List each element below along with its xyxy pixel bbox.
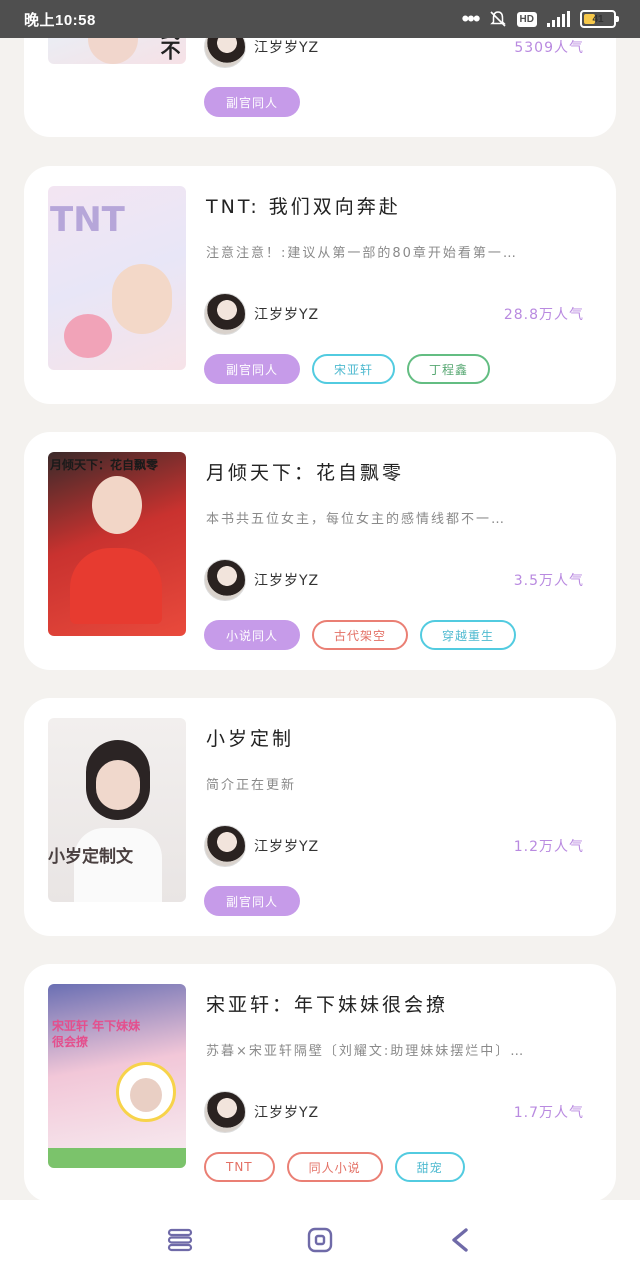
tag[interactable]: 古代架空 [312, 620, 409, 650]
author-name: 江岁岁YZ [254, 307, 320, 323]
cover-title: 宋亚轩 年下妹妹很会撩 [52, 1019, 141, 1049]
tag[interactable]: 甜宠 [394, 1152, 465, 1182]
book-description: 注意注意！:建议从第一部的80章开始看第一… [206, 246, 518, 261]
tag[interactable]: 副官同人 [204, 87, 301, 117]
menu-button[interactable] [160, 1220, 200, 1260]
popularity: 1.2万人气 [513, 839, 584, 855]
battery-level: 41 [592, 13, 604, 25]
tag[interactable]: 副官同人 [204, 886, 301, 916]
author-name: 江岁岁YZ [254, 40, 320, 56]
back-button[interactable] [440, 1220, 480, 1260]
status-bar: 晚上10:58 ••• HD 41 [0, 0, 640, 38]
cover-title: TNT [50, 200, 125, 240]
tag[interactable]: 丁程鑫 [407, 354, 491, 384]
author-name: 江岁岁YZ [254, 573, 320, 589]
author-avatar [204, 825, 246, 867]
book-description: 简介正在更新 [206, 778, 297, 793]
book-card[interactable]: 小岁定制文 小岁定制 简介正在更新 江岁岁YZ 1.2万人气 副官同人 [24, 698, 616, 936]
tag-list: 副官同人 宋亚轩 丁程鑫 [204, 354, 491, 384]
tag[interactable]: 小说同人 [204, 620, 301, 650]
author-avatar [204, 1091, 246, 1133]
tag-list: 小说同人 古代架空 穿越重生 [204, 620, 517, 650]
book-list[interactable]: 美式不苦 江岁岁YZ 5309人气 副官同人 TNT TNT: 我们双向奔赴 注… [0, 0, 640, 1200]
tag-list: TNT 同人小说 甜宠 [204, 1152, 465, 1182]
author-row[interactable]: 江岁岁YZ 28.8万人气 [204, 293, 584, 335]
author-name: 江岁岁YZ [254, 1105, 320, 1121]
cover-title: 小岁定制文 [48, 847, 133, 867]
tag[interactable]: 宋亚轩 [312, 354, 396, 384]
tag[interactable]: 穿越重生 [420, 620, 517, 650]
home-icon [307, 1227, 333, 1253]
book-description: 本书共五位女主，每位女主的感情线都不一… [206, 512, 507, 527]
back-icon [452, 1228, 468, 1252]
popularity: 5309人气 [514, 40, 584, 56]
status-icons: ••• HD 41 [461, 6, 619, 31]
status-time: 晚上10:58 [24, 11, 96, 29]
tag[interactable]: 同人小说 [286, 1152, 383, 1182]
book-title[interactable]: 月倾天下：花自飘零 [206, 458, 404, 485]
author-row[interactable]: 江岁岁YZ 1.7万人气 [204, 1091, 584, 1133]
book-title[interactable]: 小岁定制 [206, 724, 294, 751]
author-avatar [204, 559, 246, 601]
book-card[interactable]: 宋亚轩 年下妹妹很会撩 宋亚轩：年下妹妹很会撩 苏暮×宋亚轩隔壁〔刘耀文:助理妹… [24, 964, 616, 1200]
book-title[interactable]: 宋亚轩：年下妹妹很会撩 [206, 990, 448, 1017]
tag[interactable]: 副官同人 [204, 354, 301, 384]
battery-icon: 41 [580, 10, 619, 28]
popularity: 3.5万人气 [513, 573, 584, 589]
book-card[interactable]: TNT TNT: 我们双向奔赴 注意注意！:建议从第一部的80章开始看第一… 江… [24, 166, 616, 404]
author-name: 江岁岁YZ [254, 839, 320, 855]
hd-icon: HD [516, 11, 537, 27]
book-cover: 宋亚轩 年下妹妹很会撩 [48, 984, 186, 1168]
book-title[interactable]: TNT: 我们双向奔赴 [206, 192, 401, 219]
popularity: 1.7万人气 [513, 1105, 584, 1121]
menu-icon [167, 1228, 193, 1252]
mute-bell-icon [489, 11, 506, 27]
book-cover: TNT [48, 186, 186, 370]
popularity: 28.8万人气 [503, 307, 584, 323]
cover-title: 月倾天下：花自飘零 [50, 458, 159, 472]
signal-icon [547, 11, 570, 27]
book-cover: 月倾天下：花自飘零 [48, 452, 186, 636]
navigation-bar [0, 1200, 640, 1280]
book-cover: 小岁定制文 [48, 718, 186, 902]
tag-list: 副官同人 [204, 886, 301, 916]
book-card[interactable]: 月倾天下：花自飘零 月倾天下：花自飘零 本书共五位女主，每位女主的感情线都不一…… [24, 432, 616, 670]
home-button[interactable] [300, 1220, 340, 1260]
author-avatar [204, 293, 246, 335]
more-dots-icon: ••• [461, 6, 480, 31]
author-row[interactable]: 江岁岁YZ 3.5万人气 [204, 559, 584, 601]
book-description: 苏暮×宋亚轩隔壁〔刘耀文:助理妹妹摆烂中〕… [206, 1044, 526, 1059]
tag[interactable]: TNT [204, 1152, 275, 1182]
author-row[interactable]: 江岁岁YZ 1.2万人气 [204, 825, 584, 867]
tag-list: 副官同人 [204, 87, 301, 117]
